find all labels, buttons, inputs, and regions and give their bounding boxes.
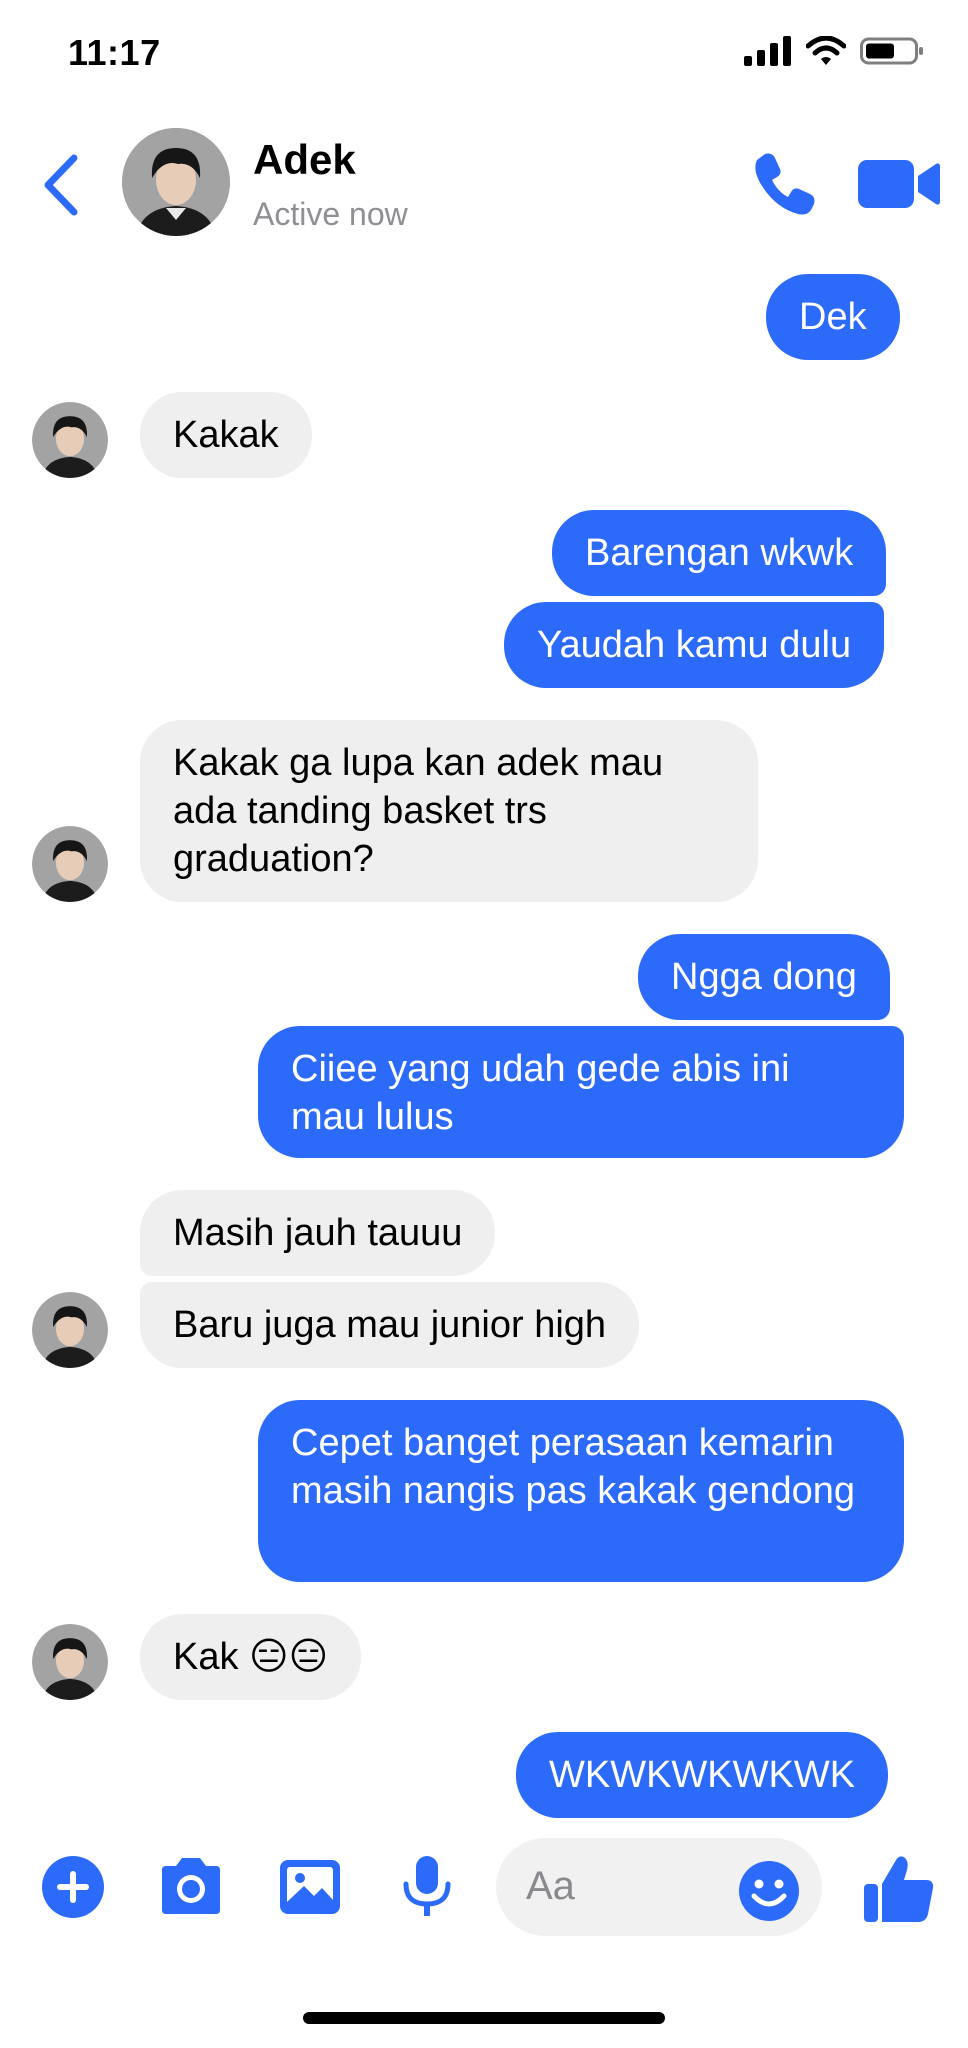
message-bubble-outgoing[interactable]: Dek xyxy=(766,274,900,360)
thumbs-up-icon xyxy=(864,1856,934,1922)
message-bubble-incoming[interactable]: Kakak xyxy=(140,392,312,478)
emoji-icon xyxy=(739,1861,799,1921)
message-bubble-incoming[interactable]: Kak 😑😑 xyxy=(140,1614,362,1700)
gallery-button[interactable] xyxy=(278,1854,344,1920)
signal-icon xyxy=(744,36,791,66)
wifi-icon xyxy=(806,36,846,65)
contact-status: Active now xyxy=(253,196,408,232)
audio-call-button[interactable] xyxy=(752,150,818,216)
message-bubble-outgoing[interactable]: Ngga dong xyxy=(638,934,890,1020)
home-indicator[interactable] xyxy=(303,2012,665,2024)
message-input-placeholder: Aa xyxy=(526,1864,575,1908)
sender-avatar xyxy=(32,1624,108,1700)
avatar-photo xyxy=(32,1292,108,1368)
message-bubble-incoming[interactable]: Baru juga mau junior high xyxy=(140,1282,640,1368)
microphone-icon xyxy=(403,1856,451,1916)
avatar-photo xyxy=(122,128,230,236)
message-bubble-outgoing[interactable]: Barengan wkwk xyxy=(552,510,887,596)
message-bubble-incoming[interactable]: Masih jauh tauuu xyxy=(140,1190,496,1276)
plus-icon xyxy=(42,1856,104,1918)
avatar-photo xyxy=(32,826,108,902)
message-bubble-outgoing[interactable]: Yaudah kamu dulu xyxy=(504,602,885,688)
sender-avatar xyxy=(32,402,108,478)
video-call-button[interactable] xyxy=(858,156,940,212)
battery-icon xyxy=(860,37,923,65)
avatar-photo xyxy=(32,402,108,478)
message-bubble-outgoing[interactable]: Cepet banget perasaan kemarin masih nang… xyxy=(258,1400,904,1582)
phone-icon xyxy=(755,153,815,215)
back-button[interactable] xyxy=(36,150,86,220)
voice-message-button[interactable] xyxy=(394,1854,460,1920)
sender-avatar xyxy=(32,826,108,902)
message-bubble-incoming[interactable]: Kakak ga lupa kan adek mau ada tanding b… xyxy=(140,720,758,902)
gallery-icon xyxy=(280,1860,340,1914)
message-bubble-outgoing[interactable]: Ciiee yang udah gede abis ini mau lulus xyxy=(258,1026,904,1158)
back-chevron-icon xyxy=(44,154,78,216)
status-time: 11:17 xyxy=(68,32,161,73)
camera-icon xyxy=(162,1858,220,1914)
video-camera-icon xyxy=(858,160,940,208)
sender-avatar xyxy=(32,1292,108,1368)
status-icons xyxy=(744,36,924,66)
contact-name: Adek xyxy=(253,136,356,183)
camera-button[interactable] xyxy=(156,1854,222,1920)
emoji-button[interactable] xyxy=(738,1860,800,1922)
message-bubble-outgoing[interactable]: WKWKWKWKWK xyxy=(516,1732,889,1818)
like-button[interactable] xyxy=(862,1854,936,1924)
more-actions-button[interactable] xyxy=(40,1854,106,1920)
contact-avatar[interactable] xyxy=(122,128,230,236)
avatar-photo xyxy=(32,1624,108,1700)
